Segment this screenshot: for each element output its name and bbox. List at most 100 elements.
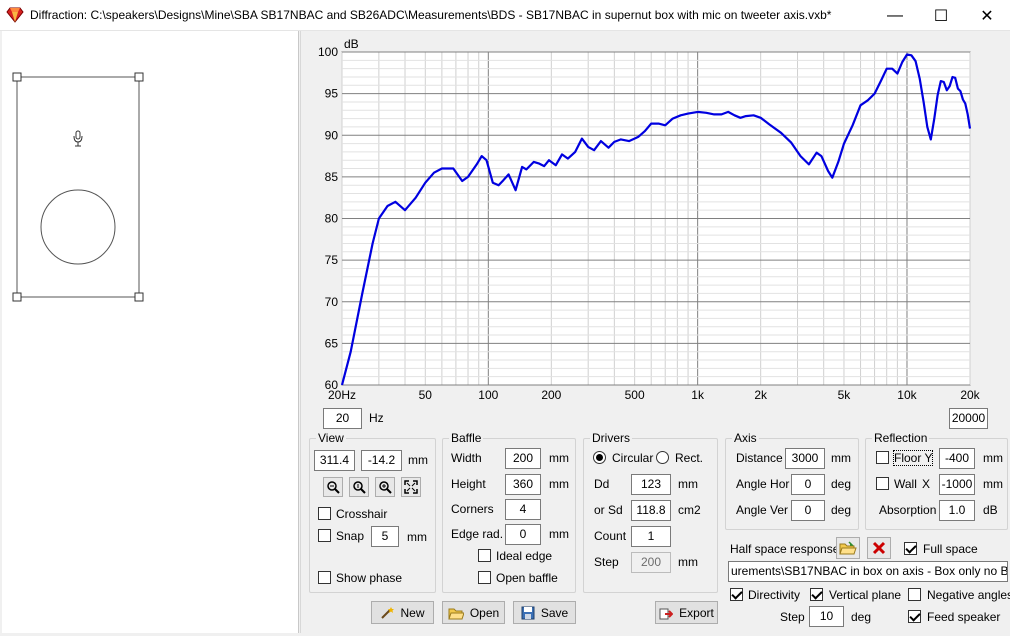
full-space-checkbox[interactable] — [904, 542, 917, 555]
zoom-out-button[interactable] — [323, 477, 343, 497]
baffle-group-title: Baffle — [449, 431, 484, 445]
step-unit-label: mm — [678, 555, 698, 569]
min-frequency-input[interactable]: 20 — [323, 408, 362, 429]
x-tick-label: 5k — [838, 388, 852, 402]
y-tick-label: 70 — [325, 295, 339, 309]
minimize-button[interactable]: — — [872, 0, 918, 31]
x-tick-label: 20Hz — [328, 388, 356, 402]
distance-label: Distance — [736, 451, 783, 465]
corners-input[interactable]: 4 — [505, 499, 541, 520]
angle-hor-input[interactable]: 0 — [791, 474, 825, 495]
red-x-icon — [872, 541, 886, 555]
count-input[interactable]: 1 — [631, 526, 671, 547]
hz-unit-label: Hz — [369, 411, 384, 425]
height-input[interactable]: 360 — [505, 474, 541, 495]
width-label: Width — [451, 451, 482, 465]
zoom-in-icon — [379, 481, 392, 494]
circular-label: Circular — [612, 451, 654, 465]
view-group-title: View — [316, 431, 346, 445]
edge-unit-label: mm — [549, 527, 569, 541]
feed-speaker-label: Feed speaker — [927, 610, 1001, 624]
x-tick-label: 10k — [897, 388, 917, 402]
y-tick-label: 65 — [325, 336, 339, 350]
crosshair-checkbox[interactable] — [318, 507, 331, 520]
directivity-step-label: Step — [780, 610, 805, 624]
wall-checkbox[interactable] — [876, 477, 889, 490]
close-button[interactable]: ✕ — [964, 0, 1010, 31]
dd-input[interactable]: 123 — [631, 474, 671, 495]
vertical-plane-checkbox[interactable] — [810, 588, 823, 601]
corner-handle — [134, 292, 144, 302]
open-button[interactable]: Open — [442, 601, 505, 624]
zoom-in-button[interactable] — [375, 477, 395, 497]
wall-input[interactable]: -1000 — [939, 474, 975, 495]
x-tick-label: 20k — [960, 388, 980, 402]
open-baffle-checkbox[interactable] — [478, 571, 491, 584]
snap-checkbox[interactable] — [318, 529, 331, 542]
fit-view-button[interactable] — [401, 477, 421, 497]
frequency-response-chart[interactable]: 6065707580859095100dB20Hz 50 100 200 500 1k 2k… — [304, 33, 1010, 403]
absorption-unit-label: dB — [983, 503, 998, 517]
wall-unit-label: mm — [983, 477, 1003, 491]
new-button[interactable]: New — [371, 601, 434, 624]
reflection-group-title: Reflection — [872, 431, 930, 445]
step-label: Step — [594, 555, 619, 569]
directivity-step-input[interactable]: 10 — [809, 606, 844, 627]
sd-input[interactable]: 118.8 — [631, 500, 671, 521]
folder-open-icon — [448, 608, 464, 619]
rect-radio[interactable] — [656, 451, 669, 464]
max-frequency-input[interactable]: 20000 — [949, 408, 988, 429]
view-unit-label: mm — [408, 453, 428, 467]
corner-handle — [134, 72, 144, 82]
window-title: Diffraction: C:\speakers\Designs\Mine\SB… — [30, 8, 832, 22]
width-unit-label: mm — [549, 451, 569, 465]
floor-input[interactable]: -400 — [939, 448, 975, 469]
y-tick-label: 85 — [325, 170, 339, 184]
negative-angles-label: Negative angles — [927, 588, 1010, 602]
open-half-space-button[interactable] — [836, 537, 860, 559]
snap-input[interactable]: 5 — [371, 526, 399, 547]
view-x-input[interactable]: 311.4 — [314, 450, 355, 471]
angle-ver-unit-label: deg — [831, 503, 852, 517]
absorption-input[interactable]: 1.0 — [939, 500, 975, 521]
floor-checkbox[interactable] — [876, 451, 889, 464]
view-y-input[interactable]: -14.2 — [361, 450, 402, 471]
sd-unit-label: cm2 — [678, 503, 701, 517]
y-tick-label: 75 — [325, 253, 339, 267]
maximize-button[interactable]: ☐ — [918, 0, 964, 31]
microphone-icon — [73, 130, 83, 147]
feed-speaker-checkbox[interactable] — [908, 610, 921, 623]
width-input[interactable]: 200 — [505, 448, 541, 469]
half-space-file-input[interactable]: urements\SB17NBAC in box on axis - Box o… — [728, 561, 1008, 582]
drivers-group-title: Drivers — [590, 431, 632, 445]
angle-ver-label: Angle Ver — [736, 503, 789, 517]
negative-angles-checkbox[interactable] — [908, 588, 921, 601]
directivity-checkbox[interactable] — [730, 588, 743, 601]
clear-half-space-button[interactable] — [867, 537, 891, 559]
x-tick-label: 1k — [691, 388, 705, 402]
angle-ver-input[interactable]: 0 — [791, 500, 825, 521]
full-space-label: Full space — [923, 542, 978, 556]
sd-label: or Sd — [594, 503, 623, 517]
dd-unit-label: mm — [678, 477, 698, 491]
ideal-edge-checkbox[interactable] — [478, 549, 491, 562]
title-bar: Diffraction: C:\speakers\Designs\Mine\SB… — [0, 0, 1010, 31]
show-phase-checkbox[interactable] — [318, 571, 331, 584]
distance-input[interactable]: 3000 — [785, 448, 825, 469]
save-button[interactable]: Save — [513, 601, 576, 624]
driver-circle — [40, 189, 116, 265]
baffle-canvas[interactable] — [2, 31, 299, 633]
folder-open-icon — [839, 540, 857, 554]
floor-label: Floor Y — [892, 450, 934, 466]
corner-handle — [12, 72, 22, 82]
edge-radius-input[interactable]: 0 — [505, 524, 541, 545]
zoom-reset-button[interactable] — [349, 477, 369, 497]
show-phase-label: Show phase — [336, 571, 403, 585]
x-tick-label: 200 — [541, 388, 561, 402]
edge-radius-label: Edge rad. — [451, 527, 504, 541]
directivity-step-unit: deg — [851, 610, 872, 624]
export-button[interactable]: Export — [655, 601, 718, 624]
circular-radio[interactable] — [593, 451, 606, 464]
zoom-reset-icon — [353, 481, 366, 494]
absorption-label: Absorption — [879, 503, 937, 517]
